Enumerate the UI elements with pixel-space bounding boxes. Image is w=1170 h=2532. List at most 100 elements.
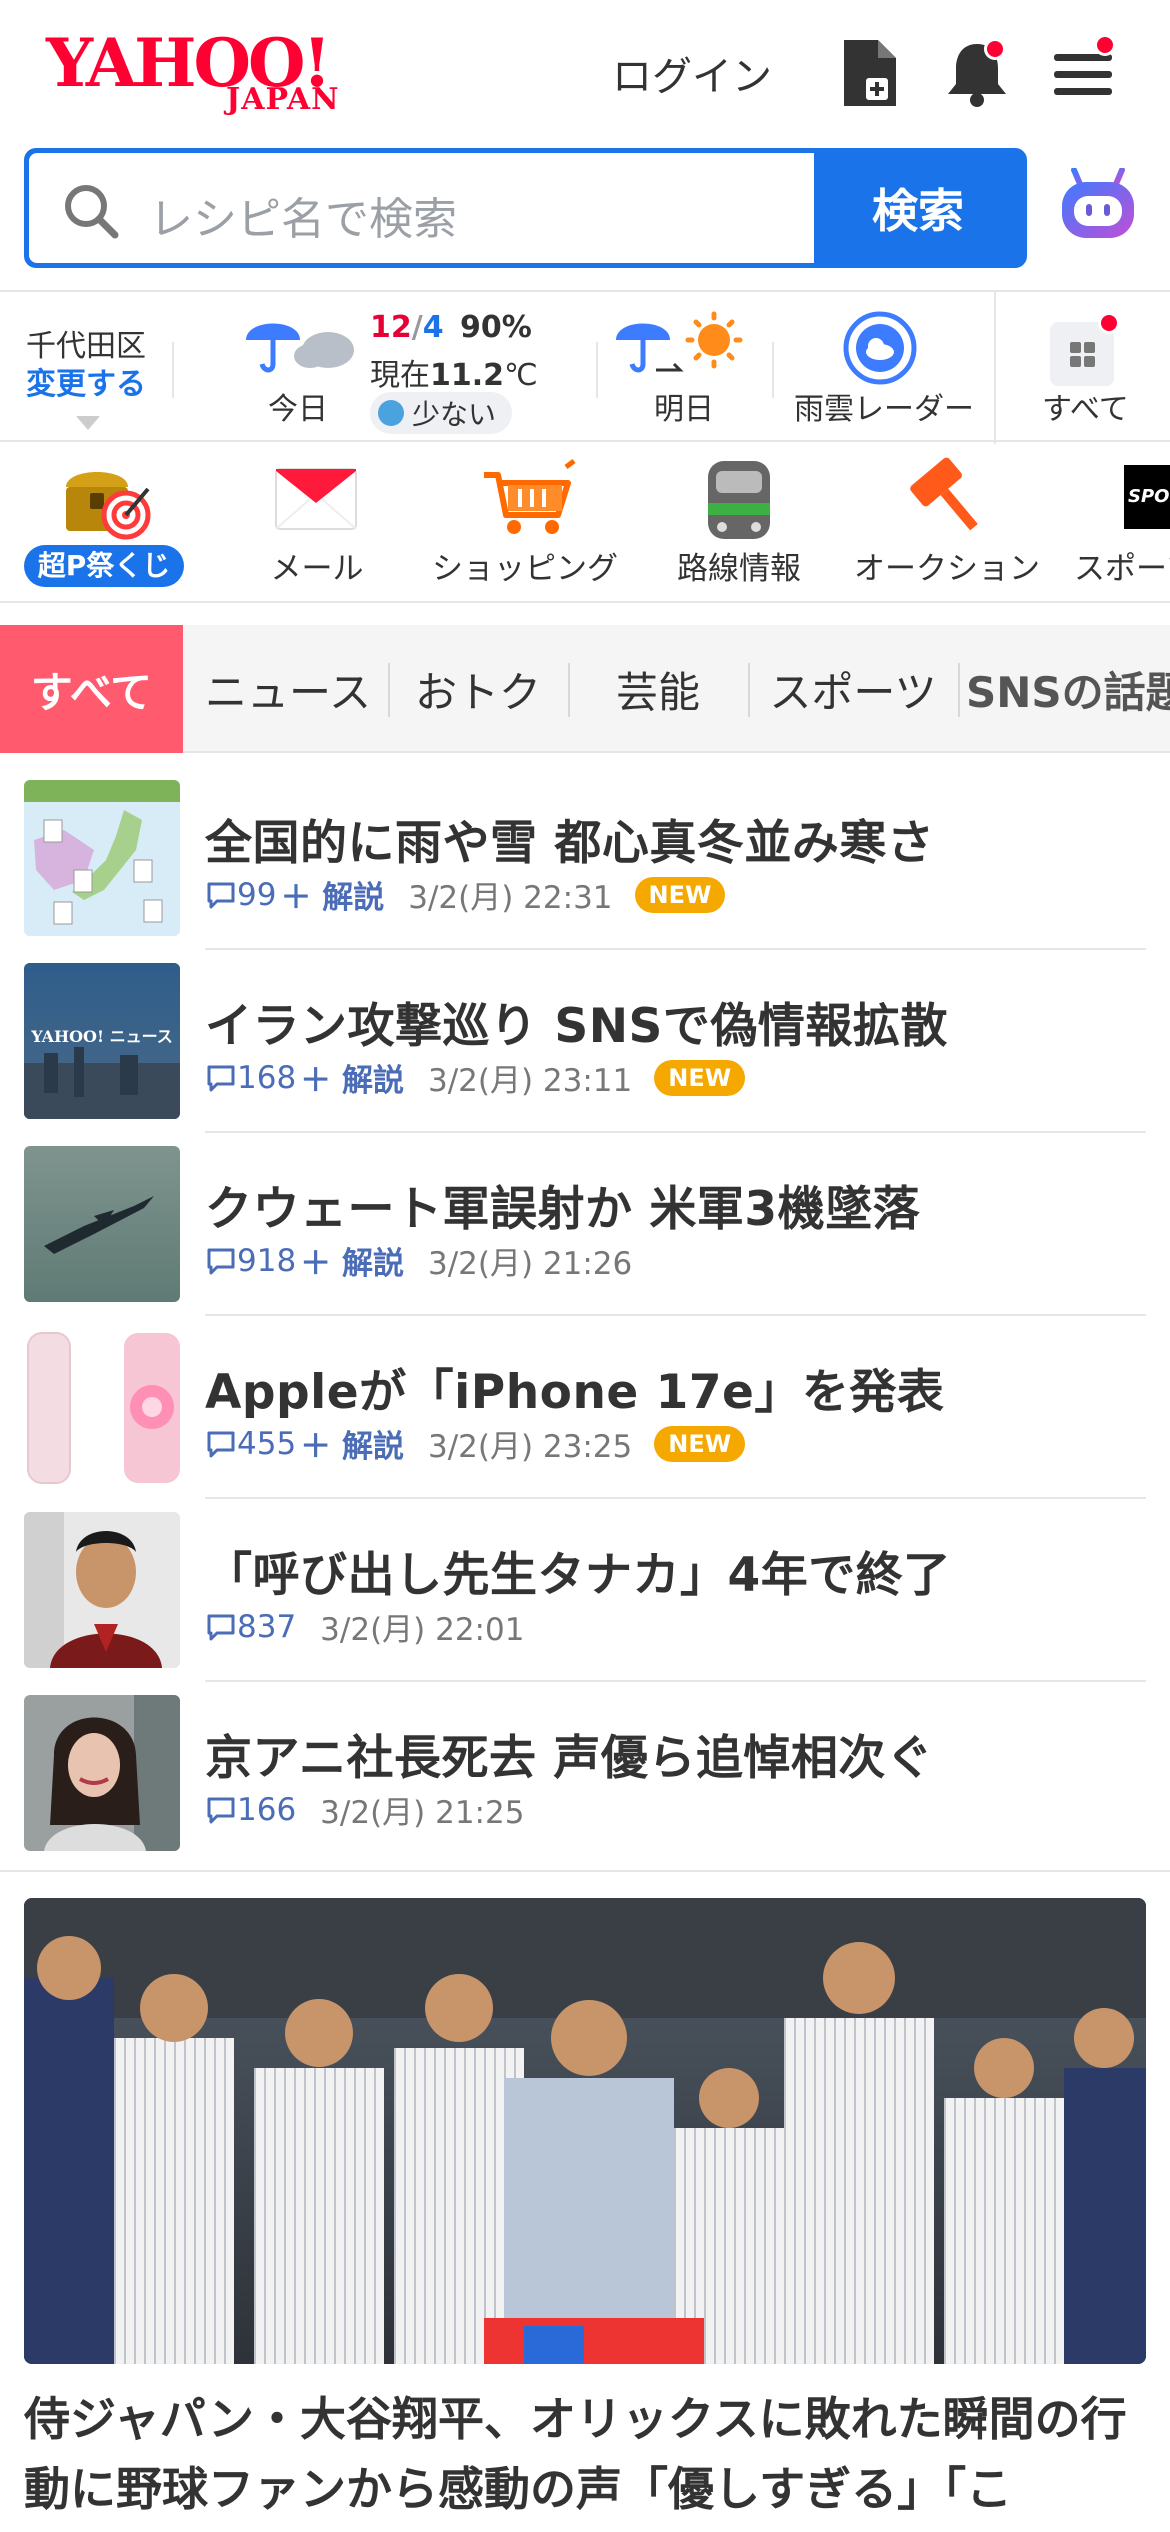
radar-label: 雨雲レーダー	[794, 392, 974, 427]
comment-icon	[207, 1065, 235, 1091]
weather-location[interactable]: 千代田区 変更する	[26, 328, 146, 404]
news-title: Appleが「iPhone 17e」を発表	[205, 1365, 945, 1420]
kuji-badge: 超P祭くじ	[24, 545, 184, 587]
divider	[205, 1131, 1146, 1133]
header: YAHOO! JAPAN ログイン	[0, 0, 1170, 145]
comment-icon	[207, 1431, 235, 1457]
news-title: 京アニ社長死去 声優ら追悼相次ぐ	[205, 1731, 934, 1786]
news-item[interactable]: クウェート軍誤射か 米軍3機墜落 918 ＋ 解説 3/2(月) 21:26	[0, 1134, 1170, 1317]
search-button[interactable]: 検索	[814, 153, 1022, 263]
pollen-badge: 少ない	[370, 392, 513, 434]
search-icon	[61, 181, 121, 245]
kaisetsu-label: ＋ 解説	[300, 1429, 404, 1465]
news-item[interactable]: Appleが「iPhone 17e」を発表 455 ＋ 解説 3/2(月) 23…	[0, 1317, 1170, 1500]
new-badge: NEW	[634, 876, 726, 913]
service-auction[interactable]: オークション	[852, 445, 1042, 603]
service-transit[interactable]: 路線情報	[654, 445, 824, 603]
news-item[interactable]: 京アニ社長死去 声優ら追悼相次ぐ 166 3/2(月) 21:25	[0, 1683, 1170, 1866]
auction-hammer-icon	[910, 457, 978, 531]
news-time: 3/2(月) 22:01	[320, 1612, 525, 1648]
news-time: 3/2(月) 23:11	[427, 1063, 633, 1099]
current-temp: 現在11.2℃	[370, 358, 538, 393]
weather-bar: 千代田区 変更する 今日 12/4 90% 現在11.2℃ 少ない 明日 雨雲レ…	[0, 290, 1170, 444]
divider	[994, 292, 996, 444]
location-name: 千代田区	[26, 329, 146, 364]
rain-radar[interactable]: 雨雲レーダー	[784, 310, 974, 430]
today-label: 今日	[268, 392, 328, 427]
service-label: スポーツ	[1074, 551, 1170, 587]
all-dot	[1098, 312, 1120, 334]
tab-divider	[958, 663, 960, 717]
feature-photo[interactable]	[24, 1898, 1146, 2364]
tab-all[interactable]: すべて	[0, 625, 183, 753]
news-time: 3/2(月) 22:31	[408, 880, 613, 916]
menu-icon[interactable]	[1050, 34, 1116, 108]
kaisetsu-label: ＋ 解説	[280, 880, 385, 916]
search-input[interactable]: レシピ名で検索	[29, 153, 814, 263]
search-bar: レシピ名で検索 検索	[24, 148, 1027, 268]
news-item[interactable]: YAHOO! ニュース イラン攻撃巡り SNSで偽情報拡散 168 ＋ 解説 3…	[0, 951, 1170, 1134]
news-thumbnail	[24, 1512, 180, 1668]
news-title: イラン攻撃巡り SNSで偽情報拡散	[205, 999, 948, 1054]
tab-news[interactable]: ニュース	[190, 625, 386, 753]
comment-icon	[207, 1248, 235, 1274]
new-badge: NEW	[654, 1059, 746, 1096]
weather-today[interactable]: 今日 12/4 90% 現在11.2℃ 少ない	[236, 310, 596, 434]
change-location-link[interactable]: 変更する	[26, 366, 146, 404]
yahoo-japan-logo[interactable]: YAHOO! JAPAN	[46, 30, 366, 120]
login-link[interactable]: ログイン	[612, 44, 772, 102]
weather-tomorrow[interactable]: 明日	[612, 310, 762, 430]
train-icon	[708, 461, 770, 539]
tab-sports[interactable]: スポーツ	[750, 625, 956, 753]
rain-then-sun-icon	[616, 311, 743, 373]
comment-count: 99	[205, 877, 276, 913]
news-title: クウェート軍誤射か 米軍3機墜落	[205, 1182, 921, 1237]
notification-dot	[984, 38, 1006, 60]
section-divider	[0, 1870, 1170, 1872]
tomorrow-label: 明日	[654, 392, 714, 427]
search-placeholder: レシピ名で検索	[149, 194, 457, 245]
service-label: 路線情報	[677, 551, 801, 587]
ai-assistant-icon[interactable]	[1058, 167, 1138, 244]
category-tabs: すべて ニュース おトク 芸能 スポーツ SNSの話題	[0, 625, 1170, 753]
comment-icon	[207, 1614, 235, 1640]
sports-logo-icon: SPORTS	[1124, 465, 1170, 529]
kaisetsu-label: ＋ 解説	[300, 1246, 404, 1282]
divider	[596, 342, 598, 398]
tab-sns[interactable]: SNSの話題	[966, 625, 1170, 753]
kaisetsu-label: ＋ 解説	[300, 1063, 404, 1099]
notification-bell-icon[interactable]	[944, 38, 1006, 108]
news-time: 3/2(月) 21:26	[427, 1246, 633, 1282]
new-badge: NEW	[654, 1425, 746, 1462]
add-document-icon[interactable]	[840, 38, 900, 108]
service-mail[interactable]: メール	[232, 445, 402, 603]
news-thumbnail	[24, 1695, 180, 1851]
news-meta: 918 ＋ 解説 3/2(月) 21:26	[205, 1238, 632, 1283]
pollen-icon	[378, 400, 404, 426]
news-meta: 455 ＋ 解説 3/2(月) 23:25 NEW	[205, 1421, 746, 1466]
tab-entertainment[interactable]: 芸能	[570, 625, 746, 753]
divider	[205, 1680, 1146, 1682]
news-time: 3/2(月) 21:25	[320, 1795, 525, 1831]
comment-icon	[207, 1797, 235, 1823]
news-item[interactable]: 「呼び出し先生タナカ」4年で終了 837 3/2(月) 22:01	[0, 1500, 1170, 1683]
divider	[205, 948, 1146, 950]
treasure-chest-icon	[66, 472, 151, 540]
radar-icon	[843, 311, 917, 385]
service-shopping[interactable]: ショッピング	[420, 445, 630, 603]
weather-all[interactable]: すべて	[1010, 310, 1160, 430]
service-label: オークション	[854, 551, 1040, 587]
news-meta: 837 3/2(月) 22:01	[205, 1604, 524, 1649]
news-meta: 168 ＋ 解説 3/2(月) 23:11 NEW	[205, 1055, 746, 1100]
service-label: メール	[270, 551, 364, 587]
news-title: 「呼び出し先生タナカ」4年で終了	[205, 1548, 951, 1603]
comment-count: 837	[205, 1609, 296, 1645]
divider	[205, 1314, 1146, 1316]
service-sports[interactable]: SPORTS スポーツ	[1064, 445, 1170, 603]
news-item[interactable]: 全国的に雨や雪 都心真冬並み寒さ 99 ＋ 解説 3/2(月) 22:31 NE…	[0, 768, 1170, 951]
feature-title[interactable]: 侍ジャパン・大谷翔平、オリックスに敗れた瞬間の行動に野球ファンから感動の声「優し…	[24, 2384, 1146, 2524]
tab-deals[interactable]: おトク	[390, 625, 566, 753]
mail-icon	[275, 468, 357, 530]
service-kuji[interactable]: 超P祭くじ	[0, 445, 208, 603]
shopping-cart-icon	[484, 459, 576, 534]
